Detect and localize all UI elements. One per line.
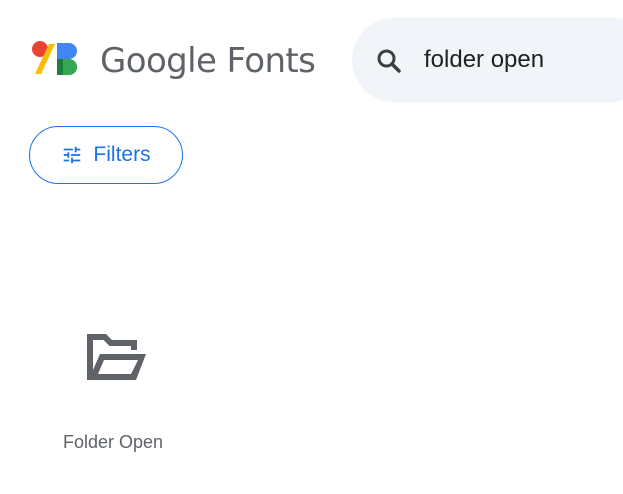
icon-result-card[interactable]: Folder Open [52,318,174,468]
search-icon[interactable] [374,46,404,76]
brand-name[interactable]: Google Fonts [100,38,316,84]
filters-button[interactable]: Filters [29,126,183,184]
search-input[interactable] [424,40,623,80]
top-header: Google Fonts [0,0,623,120]
filters-label: Filters [93,143,151,166]
search-bar[interactable] [352,18,623,102]
google-fonts-logo[interactable] [30,38,82,80]
result-label: Folder Open [62,432,164,452]
tune-icon [64,146,81,164]
folder-open-icon [87,334,146,380]
